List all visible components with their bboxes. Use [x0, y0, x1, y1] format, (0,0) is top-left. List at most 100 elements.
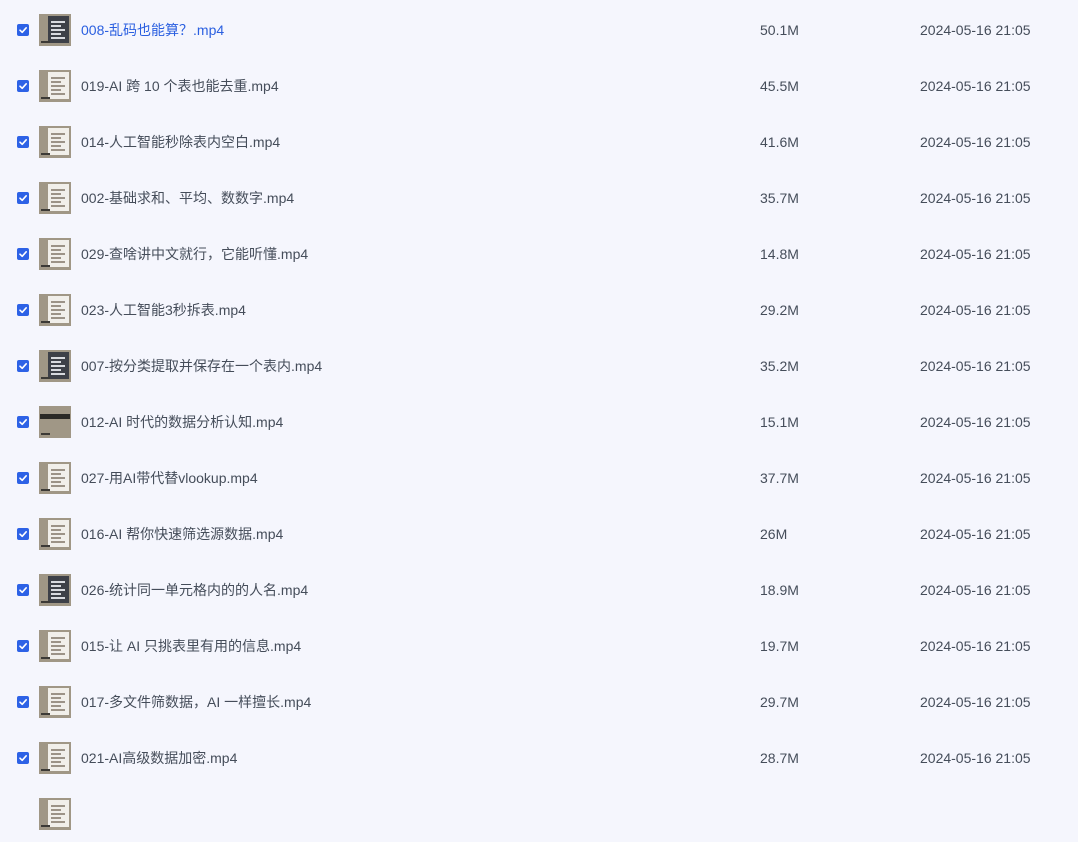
checkmark-icon — [19, 755, 27, 762]
modified-date: 2024-05-16 21:05 — [920, 750, 1031, 766]
row-checkbox[interactable] — [17, 80, 29, 92]
checkmark-icon — [19, 699, 27, 706]
sheet-thumbnail-icon — [39, 238, 71, 270]
checkmark-icon — [19, 419, 27, 426]
sheet-thumbnail-icon — [39, 518, 71, 550]
row-checkbox[interactable] — [17, 528, 29, 540]
row-checkbox[interactable] — [17, 24, 29, 36]
modified-date: 2024-05-16 21:05 — [920, 414, 1031, 430]
file-row-partial[interactable] — [0, 786, 1078, 842]
sheet-thumbnail-icon — [39, 462, 71, 494]
file-size: 15.1M — [760, 414, 799, 430]
file-size: 19.7M — [760, 638, 799, 654]
file-row[interactable]: 002-基础求和、平均、数数字.mp4 35.7M 2024-05-16 21:05 — [0, 170, 1078, 226]
row-checkbox[interactable] — [17, 752, 29, 764]
file-row[interactable]: 008-乱码也能算？.mp4 50.1M 2024-05-16 21:05 — [0, 2, 1078, 58]
sheet-thumbnail-icon — [39, 70, 71, 102]
file-size: 26M — [760, 526, 788, 542]
row-checkbox[interactable] — [17, 136, 29, 148]
file-size: 29.7M — [760, 694, 799, 710]
modified-date: 2024-05-16 21:05 — [920, 582, 1031, 598]
dark-sheet-thumbnail-icon — [39, 350, 71, 382]
file-size: 41.6M — [760, 134, 799, 150]
row-checkbox[interactable] — [17, 416, 29, 428]
sheet-thumbnail-icon — [39, 798, 71, 830]
file-row[interactable]: 015-让 AI 只挑表里有用的信息.mp4 19.7M 2024-05-16 21… — [0, 618, 1078, 674]
modified-date: 2024-05-16 21:05 — [920, 22, 1031, 38]
sheet-thumbnail-icon — [39, 126, 71, 158]
file-row[interactable]: 016-AI 帮你快速筛选源数据.mp4 26M 2024-05-16 21:05 — [0, 506, 1078, 562]
checkmark-icon — [19, 531, 27, 538]
file-name-link[interactable]: 023-人工智能3秒拆表.mp4 — [81, 300, 246, 320]
file-size: 35.7M — [760, 190, 799, 206]
file-row[interactable]: 027-用AI带代替vlookup.mp4 37.7M 2024-05-16 21:… — [0, 450, 1078, 506]
checkmark-icon — [19, 83, 27, 90]
sheet-thumbnail-icon — [39, 742, 71, 774]
modified-date: 2024-05-16 21:05 — [920, 358, 1031, 374]
row-checkbox[interactable] — [17, 192, 29, 204]
title-card-thumbnail-icon — [39, 406, 71, 438]
file-size: 50.1M — [760, 22, 799, 38]
file-size: 29.2M — [760, 302, 799, 318]
file-row[interactable]: 012-AI 时代的数据分析认知.mp4 15.1M 2024-05-16 21:0… — [0, 394, 1078, 450]
file-row[interactable]: 026-统计同一单元格内的的人名.mp4 18.9M 2024-05-16 21:0… — [0, 562, 1078, 618]
modified-date: 2024-05-16 21:05 — [920, 526, 1031, 542]
file-name-link[interactable]: 015-让 AI 只挑表里有用的信息.mp4 — [81, 636, 301, 656]
file-name-link[interactable]: 008-乱码也能算？.mp4 — [81, 20, 224, 40]
file-size: 37.7M — [760, 470, 799, 486]
file-row[interactable]: 021-AI高级数据加密.mp4 28.7M 2024-05-16 21:05 — [0, 730, 1078, 786]
checkmark-icon — [19, 251, 27, 258]
file-name-link[interactable]: 026-统计同一单元格内的的人名.mp4 — [81, 580, 308, 600]
modified-date: 2024-05-16 21:05 — [920, 78, 1031, 94]
checkmark-icon — [19, 587, 27, 594]
file-name-link[interactable]: 021-AI高级数据加密.mp4 — [81, 748, 237, 768]
row-checkbox[interactable] — [17, 360, 29, 372]
file-size: 45.5M — [760, 78, 799, 94]
file-size: 18.9M — [760, 582, 799, 598]
checkmark-icon — [19, 307, 27, 314]
dark-sheet-thumbnail-icon — [39, 14, 71, 46]
sheet-thumbnail-icon — [39, 630, 71, 662]
modified-date: 2024-05-16 21:05 — [920, 638, 1031, 654]
sheet-thumbnail-icon — [39, 182, 71, 214]
modified-date: 2024-05-16 21:05 — [920, 302, 1031, 318]
modified-date: 2024-05-16 21:05 — [920, 134, 1031, 150]
row-checkbox[interactable] — [17, 248, 29, 260]
file-name-link[interactable]: 002-基础求和、平均、数数字.mp4 — [81, 188, 294, 208]
file-list: 008-乱码也能算？.mp4 50.1M 2024-05-16 21:05 019-A… — [0, 0, 1078, 830]
file-name-link[interactable]: 027-用AI带代替vlookup.mp4 — [81, 468, 258, 488]
file-size: 35.2M — [760, 358, 799, 374]
file-name-link[interactable]: 017-多文件筛数据，AI 一样擅长.mp4 — [81, 692, 311, 712]
row-checkbox[interactable] — [17, 304, 29, 316]
file-row[interactable]: 014-人工智能秒除表内空白.mp4 41.6M 2024-05-16 21:05 — [0, 114, 1078, 170]
checkmark-icon — [19, 643, 27, 650]
file-row[interactable]: 023-人工智能3秒拆表.mp4 29.2M 2024-05-16 21:05 — [0, 282, 1078, 338]
row-checkbox[interactable] — [17, 472, 29, 484]
file-name-link[interactable]: 019-AI 跨 10 个表也能去重.mp4 — [81, 76, 279, 96]
checkmark-icon — [19, 475, 27, 482]
checkmark-icon — [19, 27, 27, 34]
file-name-link[interactable]: 016-AI 帮你快速筛选源数据.mp4 — [81, 524, 283, 544]
file-row[interactable]: 029-查啥讲中文就行，它能听懂.mp4 14.8M 2024-05-16 21:0… — [0, 226, 1078, 282]
file-name-link[interactable]: 007-按分类提取并保存在一个表内.mp4 — [81, 356, 322, 376]
file-row[interactable]: 007-按分类提取并保存在一个表内.mp4 35.2M 2024-05-16 21:… — [0, 338, 1078, 394]
file-row[interactable]: 017-多文件筛数据，AI 一样擅长.mp4 29.7M 2024-05-16 21… — [0, 674, 1078, 730]
sheet-thumbnail-icon — [39, 294, 71, 326]
row-checkbox[interactable] — [17, 584, 29, 596]
file-row[interactable]: 019-AI 跨 10 个表也能去重.mp4 45.5M 2024-05-16 21… — [0, 58, 1078, 114]
modified-date: 2024-05-16 21:05 — [920, 470, 1031, 486]
file-size: 28.7M — [760, 750, 799, 766]
modified-date: 2024-05-16 21:05 — [920, 190, 1031, 206]
checkmark-icon — [19, 195, 27, 202]
file-name-link[interactable]: 029-查啥讲中文就行，它能听懂.mp4 — [81, 244, 308, 264]
file-size: 14.8M — [760, 246, 799, 262]
modified-date: 2024-05-16 21:05 — [920, 246, 1031, 262]
checkmark-icon — [19, 139, 27, 146]
row-checkbox[interactable] — [17, 640, 29, 652]
file-name-link[interactable]: 012-AI 时代的数据分析认知.mp4 — [81, 412, 283, 432]
file-name-link[interactable]: 014-人工智能秒除表内空白.mp4 — [81, 132, 280, 152]
modified-date: 2024-05-16 21:05 — [920, 694, 1031, 710]
dark-sheet-thumbnail-icon — [39, 574, 71, 606]
row-checkbox[interactable] — [17, 696, 29, 708]
sheet-thumbnail-icon — [39, 686, 71, 718]
